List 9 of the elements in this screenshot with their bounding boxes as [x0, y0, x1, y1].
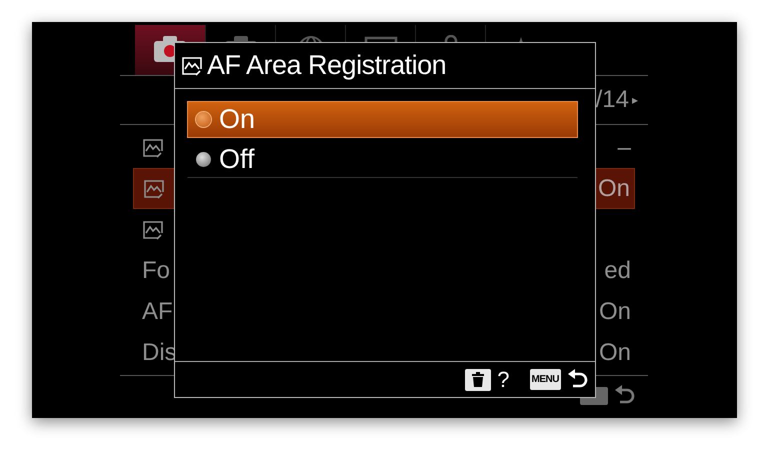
- page-number: /14: [596, 86, 629, 114]
- row-label: AF: [142, 298, 173, 326]
- row-value: On: [598, 338, 632, 366]
- row-value: On: [596, 174, 631, 202]
- row-value: ed: [603, 256, 632, 284]
- row-value: On: [598, 298, 632, 326]
- row-label: Fo: [142, 256, 170, 284]
- dialog-title: AF Area Registration: [207, 50, 446, 81]
- row-value: –: [616, 134, 632, 162]
